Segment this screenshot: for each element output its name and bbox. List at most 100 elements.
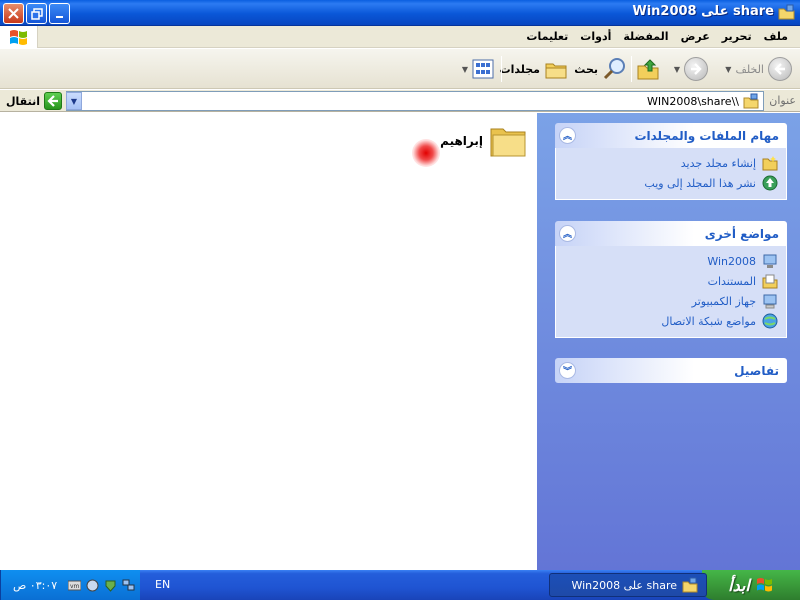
address-dropdown-icon[interactable]: ▼ xyxy=(66,92,82,110)
redaction-mark xyxy=(412,139,440,167)
folders-icon xyxy=(545,63,567,79)
go-label: انتقال xyxy=(6,94,40,108)
other-places-body: Win2008 المستندات جهاز الكمبيوتر مواضع ش… xyxy=(555,246,787,338)
back-button[interactable]: الخلف ▼ xyxy=(725,55,792,83)
menu-help[interactable]: تعليمات xyxy=(520,30,574,43)
folder-item[interactable]: إبراهيم xyxy=(440,123,527,159)
menu-edit[interactable]: تحرير xyxy=(716,30,758,43)
minimize-icon xyxy=(55,15,63,18)
place-my-computer-label: جهاز الكمبيوتر xyxy=(691,294,756,308)
place-documents[interactable]: المستندات xyxy=(564,271,778,291)
my-computer-icon xyxy=(762,293,778,309)
go-button[interactable]: انتقال xyxy=(6,92,62,110)
sound-icon[interactable] xyxy=(86,579,99,592)
folder-icon xyxy=(490,128,526,157)
menu-view[interactable]: عرض xyxy=(675,30,716,43)
address-input[interactable]: \\WIN2008\share xyxy=(66,91,764,111)
menu-tools[interactable]: أدوات xyxy=(574,30,617,43)
taskbar: ابدأ share على Win2008 EN ٠٣:٠٧ ص vm xyxy=(0,570,800,600)
place-network-label: مواضع شبكة الاتصال xyxy=(661,314,756,328)
expand-icon[interactable]: ︾ xyxy=(559,362,576,379)
forward-dropdown-icon[interactable]: ▼ xyxy=(674,65,680,74)
minimize-button[interactable] xyxy=(49,3,70,24)
place-win2008[interactable]: Win2008 xyxy=(564,251,778,271)
views-button[interactable]: ▼ xyxy=(462,55,494,83)
address-bar: عنوان \\WIN2008\share ▼ انتقال xyxy=(0,90,800,112)
windows-flag-icon xyxy=(756,578,772,592)
svg-text:vm: vm xyxy=(70,583,80,590)
menu-file[interactable]: ملف xyxy=(758,30,794,43)
network-icon xyxy=(762,313,778,329)
task-pane: مهام الملفات والمجلدات ︽ إنشاء مجلد جديد… xyxy=(537,113,800,570)
file-list[interactable]: إبراهيم xyxy=(0,113,537,570)
start-button[interactable]: ابدأ xyxy=(702,570,800,600)
file-tasks-title: مهام الملفات والمجلدات xyxy=(634,128,779,143)
language-indicator[interactable]: EN xyxy=(155,578,170,591)
views-dropdown-icon[interactable]: ▼ xyxy=(462,65,468,74)
start-label: ابدأ xyxy=(728,575,750,595)
collapse-icon[interactable]: ︽ xyxy=(559,225,576,242)
up-folder-icon xyxy=(637,59,659,80)
forward-arrow-icon xyxy=(684,57,708,81)
other-places-panel: مواضع أخرى ︽ Win2008 المستندات جهاز الكم… xyxy=(555,221,787,338)
network-connection-icon[interactable] xyxy=(122,579,135,592)
close-button[interactable] xyxy=(3,3,24,24)
publish-web-icon xyxy=(762,175,778,191)
search-label: بحث xyxy=(574,62,598,76)
go-arrow-icon xyxy=(43,92,62,110)
search-icon xyxy=(603,58,625,80)
clock[interactable]: ٠٣:٠٧ ص xyxy=(13,579,57,592)
folders-label: مجلدات xyxy=(499,62,540,76)
restore-button[interactable] xyxy=(26,3,47,24)
back-dropdown-icon[interactable]: ▼ xyxy=(725,65,731,74)
search-button[interactable]: بحث xyxy=(574,55,628,83)
details-header[interactable]: تفاصيل ︾ xyxy=(555,358,787,383)
close-icon xyxy=(8,8,19,19)
documents-icon xyxy=(762,273,778,289)
up-folder-button[interactable] xyxy=(636,55,660,83)
window-title: share على Win2008 xyxy=(632,4,774,19)
task-new-folder[interactable]: إنشاء مجلد جديد xyxy=(564,153,778,173)
other-places-title: مواضع أخرى xyxy=(704,226,779,241)
task-publish-web-label: نشر هذا المجلد إلى ويب xyxy=(644,176,756,190)
back-label: الخلف xyxy=(735,62,764,76)
place-win2008-label: Win2008 xyxy=(707,254,756,268)
forward-button[interactable]: ▼ xyxy=(674,55,708,83)
windows-flag-icon xyxy=(9,30,27,45)
menu-favorites[interactable]: المفضلة xyxy=(617,30,674,43)
windows-logo xyxy=(0,26,38,48)
file-tasks-panel: مهام الملفات والمجلدات ︽ إنشاء مجلد جديد… xyxy=(555,123,787,200)
shared-folder-icon xyxy=(682,577,698,593)
details-panel: تفاصيل ︾ xyxy=(555,358,787,383)
title-bar: share على Win2008 xyxy=(0,0,800,26)
shared-folder-icon xyxy=(743,93,759,109)
task-publish-web[interactable]: نشر هذا المجلد إلى ويب xyxy=(564,173,778,193)
views-icon xyxy=(472,59,494,79)
place-network[interactable]: مواضع شبكة الاتصال xyxy=(564,311,778,331)
new-folder-icon xyxy=(762,155,778,171)
toolbar-separator xyxy=(631,56,632,82)
address-value: \\WIN2008\share xyxy=(647,94,739,108)
address-label: عنوان xyxy=(769,94,796,107)
taskbar-window-button[interactable]: share على Win2008 xyxy=(549,573,707,597)
other-places-header[interactable]: مواضع أخرى ︽ xyxy=(555,221,787,246)
task-new-folder-label: إنشاء مجلد جديد xyxy=(680,156,756,170)
folders-button[interactable]: مجلدات xyxy=(500,55,568,83)
security-icon[interactable] xyxy=(104,579,117,592)
details-title: تفاصيل xyxy=(734,363,779,378)
file-tasks-body: إنشاء مجلد جديد نشر هذا المجلد إلى ويب xyxy=(555,148,787,200)
collapse-icon[interactable]: ︽ xyxy=(559,127,576,144)
computer-icon xyxy=(762,253,778,269)
place-my-computer[interactable]: جهاز الكمبيوتر xyxy=(564,291,778,311)
place-documents-label: المستندات xyxy=(707,274,756,288)
vm-tools-icon[interactable]: vm xyxy=(68,579,82,592)
back-arrow-icon xyxy=(768,57,792,81)
toolbar-separator xyxy=(501,56,502,82)
system-tray: ٠٣:٠٧ ص vm xyxy=(0,570,140,600)
shared-folder-icon xyxy=(778,4,795,20)
folder-name: إبراهيم xyxy=(440,134,483,148)
menu-bar: ملف تحرير عرض المفضلة أدوات تعليمات xyxy=(0,26,800,48)
taskbar-window-label: share على Win2008 xyxy=(571,578,677,592)
file-tasks-header[interactable]: مهام الملفات والمجلدات ︽ xyxy=(555,123,787,148)
restore-icon xyxy=(30,7,43,20)
